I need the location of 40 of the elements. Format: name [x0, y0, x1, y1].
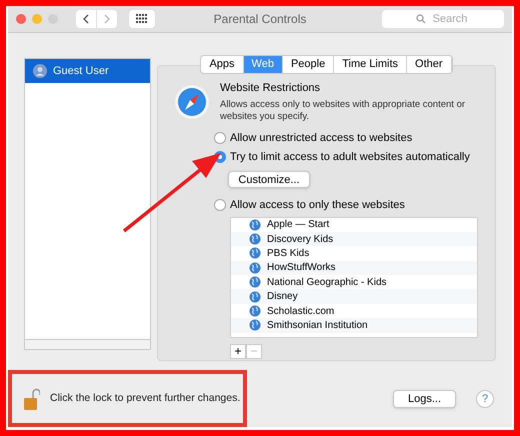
- compass-icon: [174, 84, 210, 120]
- radio-option[interactable]: Allow unrestricted access to websites: [214, 130, 490, 146]
- radio-button[interactable]: [214, 199, 226, 211]
- tab[interactable]: Other: [407, 56, 452, 73]
- user-item[interactable]: Guest User: [25, 59, 150, 83]
- tab[interactable]: People: [282, 56, 334, 73]
- website-row[interactable]: HowStuffWorks: [231, 260, 477, 276]
- section-title: Website Restrictions: [220, 81, 322, 96]
- globe-icon: [249, 218, 261, 231]
- logs-button[interactable]: Logs...: [393, 390, 456, 408]
- grid-icon: [136, 14, 148, 24]
- user-avatar-icon: [33, 64, 47, 78]
- search-icon: [416, 14, 426, 24]
- radio-option[interactable]: Allow access to only these websites: [214, 198, 490, 212]
- minimize-icon[interactable]: [32, 14, 42, 24]
- section-description: Allows access only to websites with appropriate content or websites you specify.: [220, 98, 466, 122]
- add-button[interactable]: +: [230, 344, 246, 358]
- website-row[interactable]: Discovery Kids: [231, 232, 477, 246]
- lock-message: Click the lock to prevent further changes.: [50, 390, 240, 406]
- globe-icon: [249, 290, 261, 303]
- globe-icon: [249, 233, 261, 246]
- website-row[interactable]: National Geographic - Kids: [231, 275, 477, 290]
- chevron-left-icon: [82, 14, 90, 24]
- globe-icon: [249, 262, 261, 274]
- tab[interactable]: Time Limits: [334, 56, 408, 73]
- website-row[interactable]: Smithsonian Institution: [231, 318, 477, 333]
- customize-button[interactable]: Customize...: [228, 170, 310, 188]
- search-field[interactable]: Search: [382, 10, 504, 28]
- globe-icon: [249, 305, 261, 318]
- back-button[interactable]: [76, 10, 96, 28]
- chevron-right-icon: [103, 14, 111, 24]
- window-title: Parental Controls: [214, 10, 306, 28]
- globe-icon: [249, 319, 261, 332]
- grid-button[interactable]: [129, 10, 155, 28]
- radio-button[interactable]: [214, 132, 226, 144]
- website-row[interactable]: Disney: [231, 289, 477, 304]
- globe-icon: [249, 247, 261, 260]
- globe-icon: [249, 276, 261, 288]
- close-icon[interactable]: [16, 14, 26, 24]
- lock-icon[interactable]: [24, 386, 40, 410]
